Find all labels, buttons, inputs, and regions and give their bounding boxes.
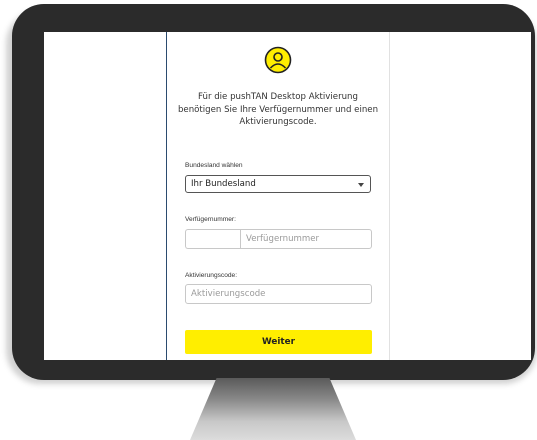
user-circle-icon [264,46,292,74]
verfuegernummer-label: Verfügernummer: [185,216,236,223]
bundesland-selected-value: Ihr Bundesland [191,179,256,189]
aktivierungscode-label: Aktivierungscode: [185,272,238,279]
verfuegernummer-input[interactable]: Verfügernummer [240,229,372,249]
weiter-button[interactable]: Weiter [185,330,372,354]
verfuegernummer-prefix-field[interactable] [185,229,240,249]
monitor-stand [190,378,356,440]
activation-form-panel: Für die pushTAN Desktop Aktivierung benö… [166,32,390,360]
monitor-screen: Für die pushTAN Desktop Aktivierung benö… [44,32,531,360]
monitor-frame: Für die pushTAN Desktop Aktivierung benö… [12,4,535,380]
intro-text: Für die pushTAN Desktop Aktivierung benö… [177,92,379,127]
bundesland-select[interactable]: Ihr Bundesland [185,175,371,193]
aktivierungscode-input[interactable]: Aktivierungscode [185,284,372,304]
chevron-down-icon [358,183,364,187]
bundesland-label: Bundesland wählen [185,162,243,169]
